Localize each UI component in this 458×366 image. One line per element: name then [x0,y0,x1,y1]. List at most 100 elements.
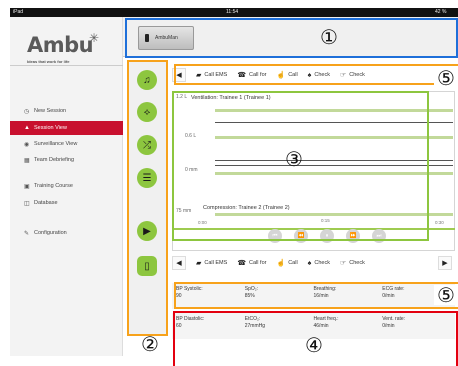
music-icon: ♫ [143,74,151,86]
scroll-left-button[interactable]: ◀ [172,68,186,82]
pause-button[interactable]: ⏸ [320,229,334,243]
sidebar-item-label: Configuration [34,230,67,236]
action-check-response[interactable]: ☞ Check [340,256,365,270]
action-call[interactable]: ☝ Call [276,256,297,270]
sidebar-item-session-view[interactable]: ▲ Session View [10,121,123,135]
x-tick: 0:00 [198,220,207,225]
action-call-for[interactable]: ☎ Call for [237,68,266,82]
hand-icon: ☝ [276,72,286,79]
course-icon: ▣ [24,183,30,190]
vital-bp-systolic: BP Systolic: 90 [176,286,203,299]
shuffle-button[interactable]: ⤮ [137,135,157,155]
hand-icon: ☝ [276,260,286,267]
callout-number-4: ④ [305,333,323,357]
wrench-icon: ✎ [24,230,30,237]
app-window: iPad 11:54 42 % Ambu ✳ Ideas that work f… [0,0,458,366]
logo-divider [10,65,123,66]
person-icon: ▲ [24,125,30,131]
vital-spo2: SpO₂: 85% [244,286,259,299]
ambulance-icon: ▰ [196,260,202,267]
compression-title: Compression: Trainee 2 (Trainee 2) [203,205,290,211]
pulse-icon: ⟡ [143,106,151,118]
bookmark-button[interactable]: ▯ [137,256,157,276]
action-bar-top: ◀ ▰ Call EMS ☎ Call for ☝ Call ♠ Check ☞ Chec… [172,67,452,83]
action-bar-bottom: ◀ ▰ Call EMS ☎ Call for ☝ Call ♠ Check ☞ Chec… [172,255,452,271]
compression-target-band [215,172,453,175]
play-button[interactable]: ▶ [137,221,157,241]
timeline-axis [172,228,455,230]
clock-icon: ◷ [24,108,30,115]
pulse-button[interactable]: ⟡ [137,102,157,122]
device-button[interactable]: AmbuMan [138,26,194,50]
rewind-icon: ⏪ [297,233,305,239]
vital-bp-diastolic: BP Diastolic: 60 [176,316,205,329]
action-call-ems[interactable]: ▰ Call EMS [196,256,227,270]
sidebar-item-team-debriefing[interactable]: ▦ Team Debriefing [10,153,123,167]
brand-tagline: Ideas that work for life [27,59,70,64]
compression-baseline-lower [215,165,453,166]
fast-forward-icon: ⏩ [349,233,357,239]
callout-number-5: ⑤ [434,68,458,88]
sidebar-item-label: Surveillance View [34,141,78,147]
sidebar-item-label: Database [34,200,58,206]
sidebar-item-label: Training Course [34,183,73,189]
vitals-row-primary: BP Systolic: 90 SpO₂: 85% Breathing: 16/min… [172,283,455,309]
rewind-button[interactable]: ⏪ [294,229,308,243]
sidebar-item-configuration[interactable]: ✎ Configuration [10,226,123,240]
action-check-response[interactable]: ☞ Check [340,68,365,82]
vital-etco2: EtCO₂: 27mmHg [244,316,266,329]
sidebar-item-training-course[interactable]: ▣ Training Course [10,179,123,193]
callout-number-1: ① [320,25,338,49]
callout-number-5-lower: ⑤ [434,285,458,305]
ventilation-title: Ventilation: Trainee 1 (Trainee 1) [191,95,271,101]
action-call[interactable]: ☝ Call [276,68,297,82]
x-tick: 0:15 [321,218,330,223]
vital-vent-rate: Vent. rate: 0/min [382,316,406,329]
lungs-icon: ♠ [307,71,312,79]
status-device: iPad [13,9,24,15]
action-check-breathing[interactable]: ♠ Check [308,68,330,82]
y-label-vent-max: 1.2 L [176,94,188,100]
compression-baseline-upper [215,160,453,161]
skip-forward-button[interactable]: ⏭ [372,229,386,243]
sidebar-item-surveillance-view[interactable]: ◉ Surveillance View [10,137,123,151]
sidebar-item-new-session[interactable]: ◷ New Session [10,104,123,118]
ventilation-trace [215,122,453,123]
ventilation-target-band-low [215,136,453,139]
callout-number-3: ③ [285,147,303,171]
eye-icon: ◉ [24,141,30,148]
y-label-comp-zero: 0 mm [185,167,198,173]
pause-icon: ⏸ [325,232,329,239]
sidebar-item-label: New Session [34,108,67,114]
list-button[interactable]: ☰ [137,168,157,188]
bookmark-icon: ▯ [144,260,150,272]
sidebar-item-label: Session View [34,125,67,131]
x-tick: 0:30 [435,220,444,225]
scroll-left-button[interactable]: ◀ [172,256,186,270]
callout-number-2: ② [141,332,159,356]
action-call-for[interactable]: ☎ Call for [237,256,266,270]
sidebar-item-label: Team Debriefing [34,157,75,163]
pointer-icon: ☞ [339,72,347,79]
music-button[interactable]: ♫ [137,70,157,90]
device-label: AmbuMan [155,35,178,41]
action-check-breathing[interactable]: ♠ Check [308,256,330,270]
action-call-ems[interactable]: ▰ Call EMS [196,68,227,82]
database-icon: ◫ [24,200,30,207]
session-chart [172,91,455,251]
skip-back-button[interactable]: ⏮ [268,229,282,243]
fast-forward-button[interactable]: ⏩ [346,229,360,243]
y-label-comp-max: 75 mm [176,208,192,214]
brand-name: Ambu [27,33,94,57]
phone-icon: ☎ [237,72,247,79]
play-icon: ▶ [143,225,151,237]
status-battery: 42 % [435,9,447,15]
brand-star-icon: ✳ [89,31,100,45]
list-icon: ☰ [142,172,152,184]
lungs-icon: ♠ [307,259,312,267]
sidebar-item-database[interactable]: ◫ Database [10,196,123,210]
skip-back-icon: ⏮ [272,232,278,239]
status-bar: iPad 11:54 42 % [10,8,458,17]
ambu-logo: Ambu ✳ Ideas that work for life [27,31,127,73]
scroll-right-button[interactable]: ▶ [438,256,452,270]
